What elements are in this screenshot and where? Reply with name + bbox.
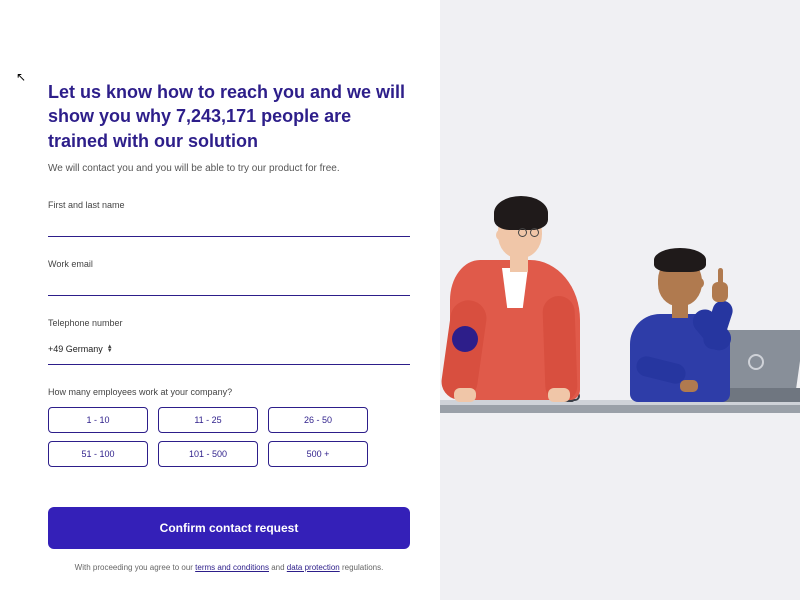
employees-option[interactable]: 101 - 500	[158, 441, 258, 467]
employees-option[interactable]: 1 - 10	[48, 407, 148, 433]
person-a-hand	[454, 388, 476, 402]
legal-post: regulations.	[340, 563, 384, 572]
employees-option[interactable]: 26 - 50	[268, 407, 368, 433]
person-b-hand	[680, 380, 698, 392]
legal-pre: With proceeding you agree to our	[75, 563, 196, 572]
confirm-button[interactable]: Confirm contact request	[48, 507, 410, 549]
person-a-ear	[496, 230, 504, 240]
employees-option[interactable]: 11 - 25	[158, 407, 258, 433]
terms-link[interactable]: terms and conditions	[195, 563, 269, 572]
phone-label: Telephone number	[48, 318, 410, 328]
email-input[interactable]	[48, 273, 410, 296]
name-label: First and last name	[48, 200, 410, 210]
person-b-ear	[696, 278, 704, 288]
page: ↖ Let us know how to reach you and we wi…	[0, 0, 800, 600]
employees-section: How many employees work at your company?…	[48, 387, 410, 467]
data-protection-link[interactable]: data protection	[287, 563, 340, 572]
person-a-arm	[542, 295, 578, 402]
phone-input[interactable]	[119, 338, 410, 360]
page-title: Let us know how to reach you and we will…	[48, 80, 410, 153]
select-chevrons-icon: ▲▼	[107, 345, 113, 353]
page-subtitle: We will contact you and you will be able…	[48, 163, 410, 174]
person-a-hand	[548, 388, 570, 402]
name-input[interactable]	[48, 214, 410, 237]
person-b-finger	[718, 268, 723, 286]
phone-field: Telephone number +49 Germany ▲▼	[48, 318, 410, 365]
legal-mid: and	[269, 563, 287, 572]
email-label: Work email	[48, 259, 410, 269]
person-a-hair	[494, 196, 548, 230]
person-a-elbow-patch	[452, 326, 478, 352]
employees-grid: 1 - 10 11 - 25 26 - 50 51 - 100 101 - 50…	[48, 407, 410, 467]
desk	[440, 405, 800, 413]
form-panel: Let us know how to reach you and we will…	[0, 0, 440, 600]
person-b-hair	[654, 248, 706, 272]
employees-label: How many employees work at your company?	[48, 387, 410, 397]
legal-text: With proceeding you agree to our terms a…	[48, 563, 410, 572]
employees-option[interactable]: 51 - 100	[48, 441, 148, 467]
employees-option[interactable]: 500 +	[268, 441, 368, 467]
phone-row: +49 Germany ▲▼	[48, 332, 410, 365]
glasses-icon	[518, 228, 542, 238]
country-code-select[interactable]: +49 Germany ▲▼	[48, 344, 113, 354]
email-field: Work email	[48, 259, 410, 296]
name-field: First and last name	[48, 200, 410, 237]
illustration-panel	[440, 0, 800, 600]
country-code-value: +49 Germany	[48, 344, 103, 354]
laptop-logo-icon	[748, 354, 764, 370]
